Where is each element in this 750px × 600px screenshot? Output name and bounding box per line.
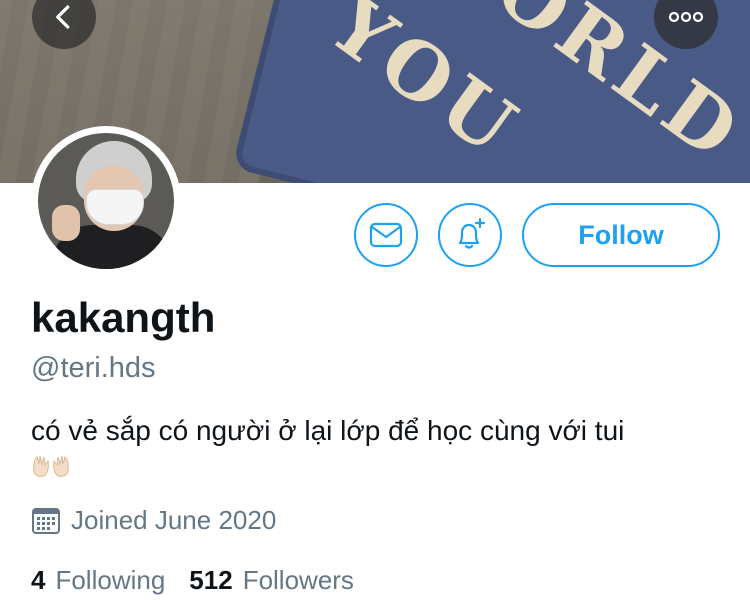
- follow-button[interactable]: Follow: [522, 203, 720, 267]
- raised-palms-emoji: [31, 452, 71, 483]
- chevron-left-icon: [56, 5, 70, 29]
- mail-icon: [369, 222, 403, 248]
- following-count: 4: [31, 565, 46, 595]
- notifications-button[interactable]: [438, 203, 502, 267]
- more-horizontal-icon: [668, 11, 704, 23]
- avatar[interactable]: [31, 126, 181, 276]
- followers-link[interactable]: 512 Followers: [189, 565, 354, 596]
- followers-label: Followers: [242, 565, 354, 595]
- avatar-photo: [38, 133, 174, 269]
- calendar-icon: [32, 507, 60, 534]
- avatar-mask: [86, 189, 144, 225]
- display-name: kakangth: [31, 294, 216, 341]
- message-button[interactable]: [354, 203, 418, 267]
- following-label: Following: [55, 565, 166, 595]
- username-handle: @teri.hds: [31, 352, 156, 384]
- followers-count: 512: [189, 565, 233, 595]
- bio-text: có vẻ sắp có người ở lại lớp để học cùng…: [31, 415, 625, 446]
- join-date-text: Joined June 2020: [71, 505, 277, 535]
- following-link[interactable]: 4 Following: [31, 565, 165, 596]
- bell-plus-icon: [458, 217, 486, 249]
- avatar-hand: [52, 205, 80, 241]
- join-date: Joined June 2020: [31, 505, 276, 536]
- follow-stats: 4 Following 512 Followers: [31, 565, 354, 596]
